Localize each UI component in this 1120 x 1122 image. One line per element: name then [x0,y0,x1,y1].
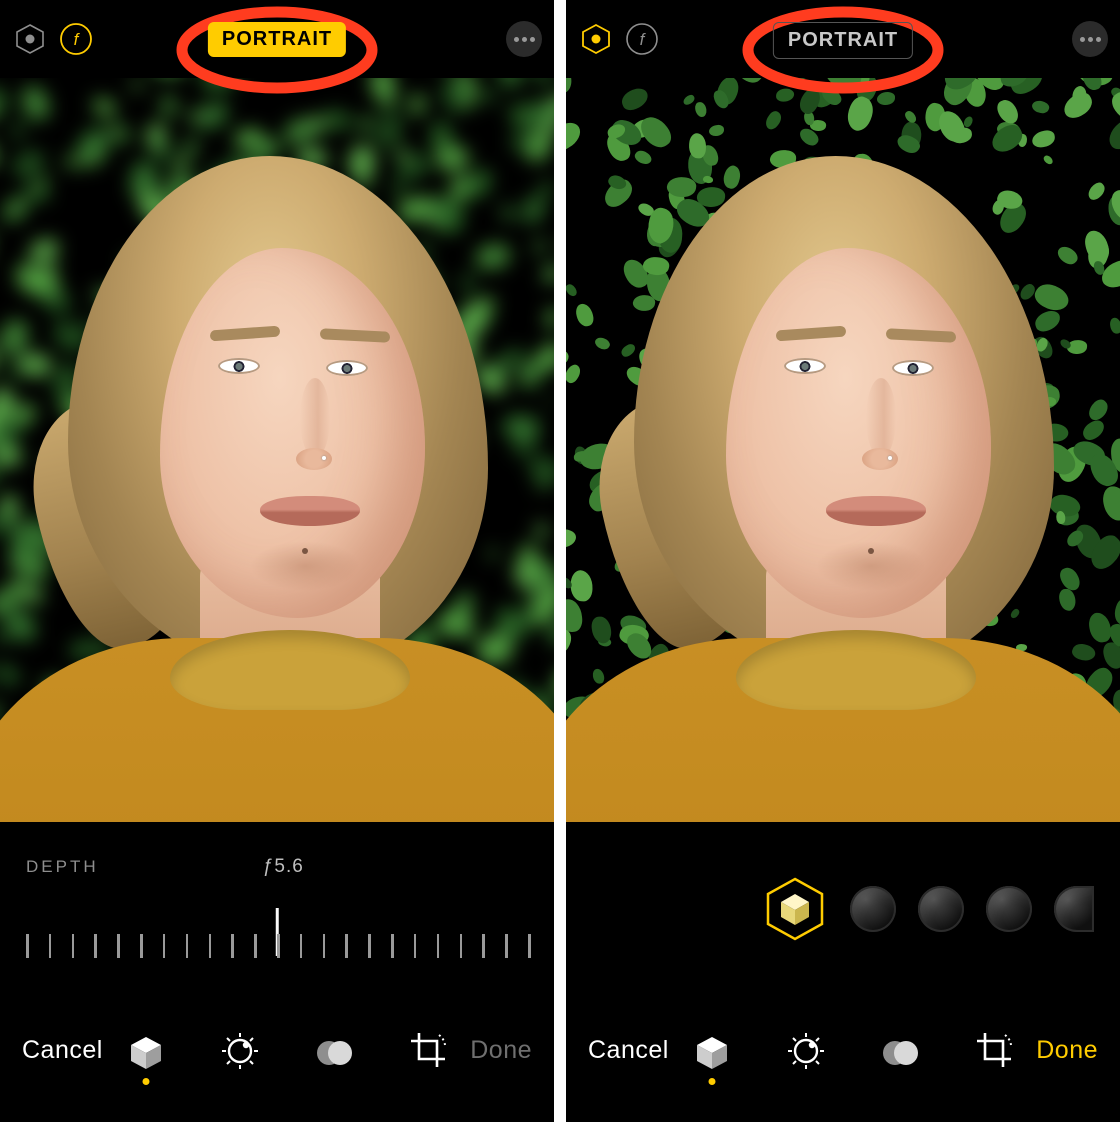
lighting-option-stage[interactable] [986,886,1032,932]
more-ellipsis-icon[interactable] [1072,21,1108,57]
lighting-hexagon-icon[interactable] [578,21,614,57]
lighting-option-stage-mono[interactable] [1054,886,1094,932]
portrait-lighting-tool[interactable] [123,1033,169,1071]
depth-slider[interactable] [26,908,528,962]
portrait-subject [566,78,1120,822]
lighting-options[interactable] [592,822,1094,996]
aperture-f-icon[interactable]: f [58,21,94,57]
adjust-dial-icon [220,1031,260,1071]
svg-text:f: f [640,30,647,49]
lighting-picker-strip [566,822,1120,996]
portrait-mode-toggle[interactable]: PORTRAIT [208,22,346,57]
cube-icon [127,1033,165,1071]
filters-tool[interactable] [311,1031,357,1071]
crop-tool[interactable] [971,1029,1017,1071]
crop-rotate-icon [973,1029,1015,1071]
lighting-option-natural[interactable] [762,876,828,942]
cube-icon [693,1033,731,1071]
cancel-button[interactable]: Cancel [22,1036,103,1065]
adjust-tool[interactable] [217,1031,263,1071]
portrait-subject [0,78,554,822]
bottom-bar: Cancel [566,996,1120,1122]
photo-preview [566,78,1120,822]
edit-tool-row [689,1029,1017,1071]
portrait-lighting-tool[interactable] [689,1033,735,1071]
top-bar: f PORTRAIT [0,0,554,78]
svg-text:f: f [74,30,81,49]
edit-screen-portrait-on: f PORTRAIT DEPTH ƒ5.6 [0,0,554,1122]
depth-control-strip: DEPTH ƒ5.6 [0,822,554,996]
cancel-button[interactable]: Cancel [588,1036,669,1065]
filter-circles-icon [880,1031,920,1071]
done-button[interactable]: Done [470,1036,532,1065]
photo-preview [0,78,554,822]
active-tool-dot [708,1078,715,1085]
adjust-tool[interactable] [783,1031,829,1071]
more-ellipsis-icon[interactable] [506,21,542,57]
depth-value: ƒ5.6 [99,856,468,878]
filter-circles-icon [314,1031,354,1071]
aperture-f-icon[interactable]: f [624,21,660,57]
lighting-option-studio[interactable] [850,886,896,932]
lighting-option-contour[interactable] [918,886,964,932]
active-tool-dot [142,1078,149,1085]
top-bar: f PORTRAIT [566,0,1120,78]
crop-tool[interactable] [405,1029,451,1071]
done-button[interactable]: Done [1036,1036,1098,1065]
depth-label: DEPTH [26,857,99,877]
edit-tool-row [123,1029,451,1071]
edit-screen-portrait-off: f PORTRAIT [566,0,1120,1122]
lighting-hexagon-icon[interactable] [12,21,48,57]
crop-rotate-icon [407,1029,449,1071]
adjust-dial-icon [786,1031,826,1071]
portrait-mode-toggle[interactable]: PORTRAIT [773,22,913,59]
bottom-bar: Cancel [0,996,554,1122]
filters-tool[interactable] [877,1031,923,1071]
